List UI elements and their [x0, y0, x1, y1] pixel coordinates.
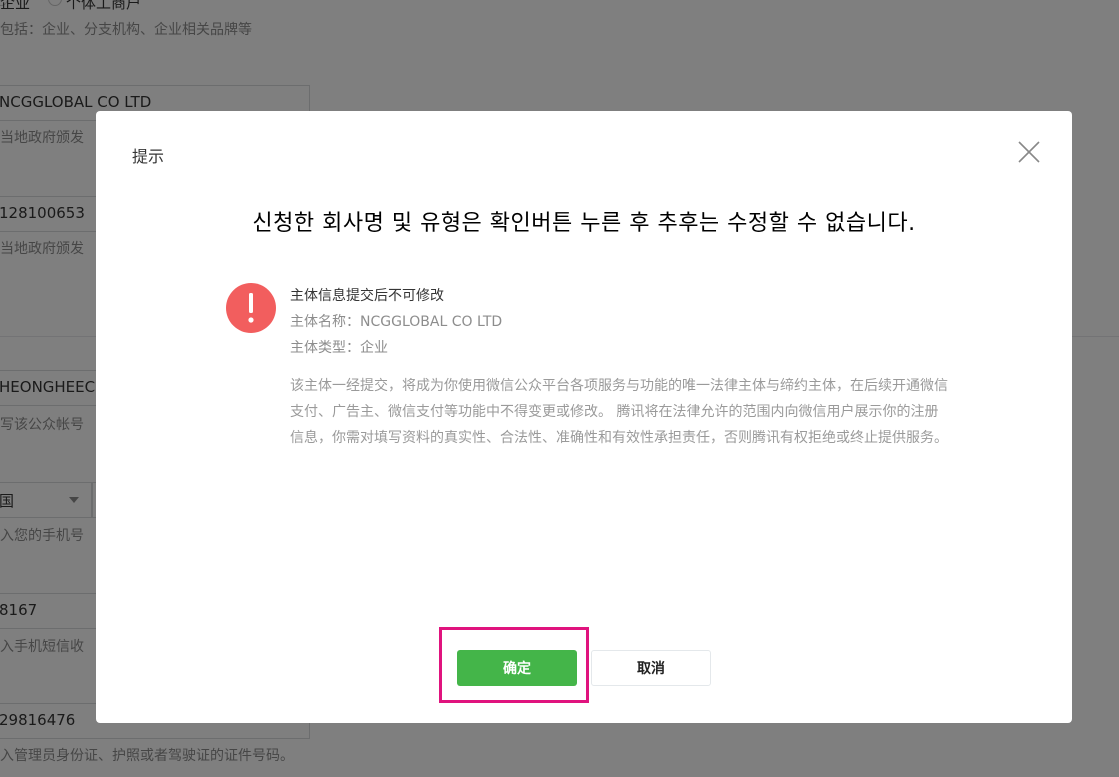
- confirm-dialog: 提示 신청한 회사명 및 유형은 확인버튼 누른 후 추후는 수정할 수 없습니…: [96, 111, 1072, 723]
- subject-type-value: 企业: [360, 340, 388, 356]
- subject-name-value: NCGGLOBAL CO LTD: [360, 314, 503, 330]
- cancel-button[interactable]: 取消: [591, 650, 711, 686]
- legal-description: 该主体一经提交，将成为你使用微信公众平台各项服务与功能的唯一法律主体与缔约主体，…: [290, 378, 948, 446]
- subject-type-row: 主体类型：企业: [290, 337, 388, 357]
- subject-name-row: 主体名称：NCGGLOBAL CO LTD: [290, 311, 502, 331]
- info-title: 主体信息提交后不可修改: [290, 288, 444, 304]
- close-icon[interactable]: [1016, 139, 1042, 165]
- confirm-button[interactable]: 确定: [457, 650, 577, 686]
- overlay-note-korean: 신청한 회사명 및 유형은 확인버튼 누른 후 추후는 수정할 수 없습니다.: [252, 211, 916, 236]
- subject-name-label: 主体名称：: [290, 314, 360, 330]
- subject-type-label: 主体类型：: [290, 340, 360, 356]
- exclamation-icon: [226, 283, 276, 333]
- dialog-title: 提示: [132, 147, 165, 166]
